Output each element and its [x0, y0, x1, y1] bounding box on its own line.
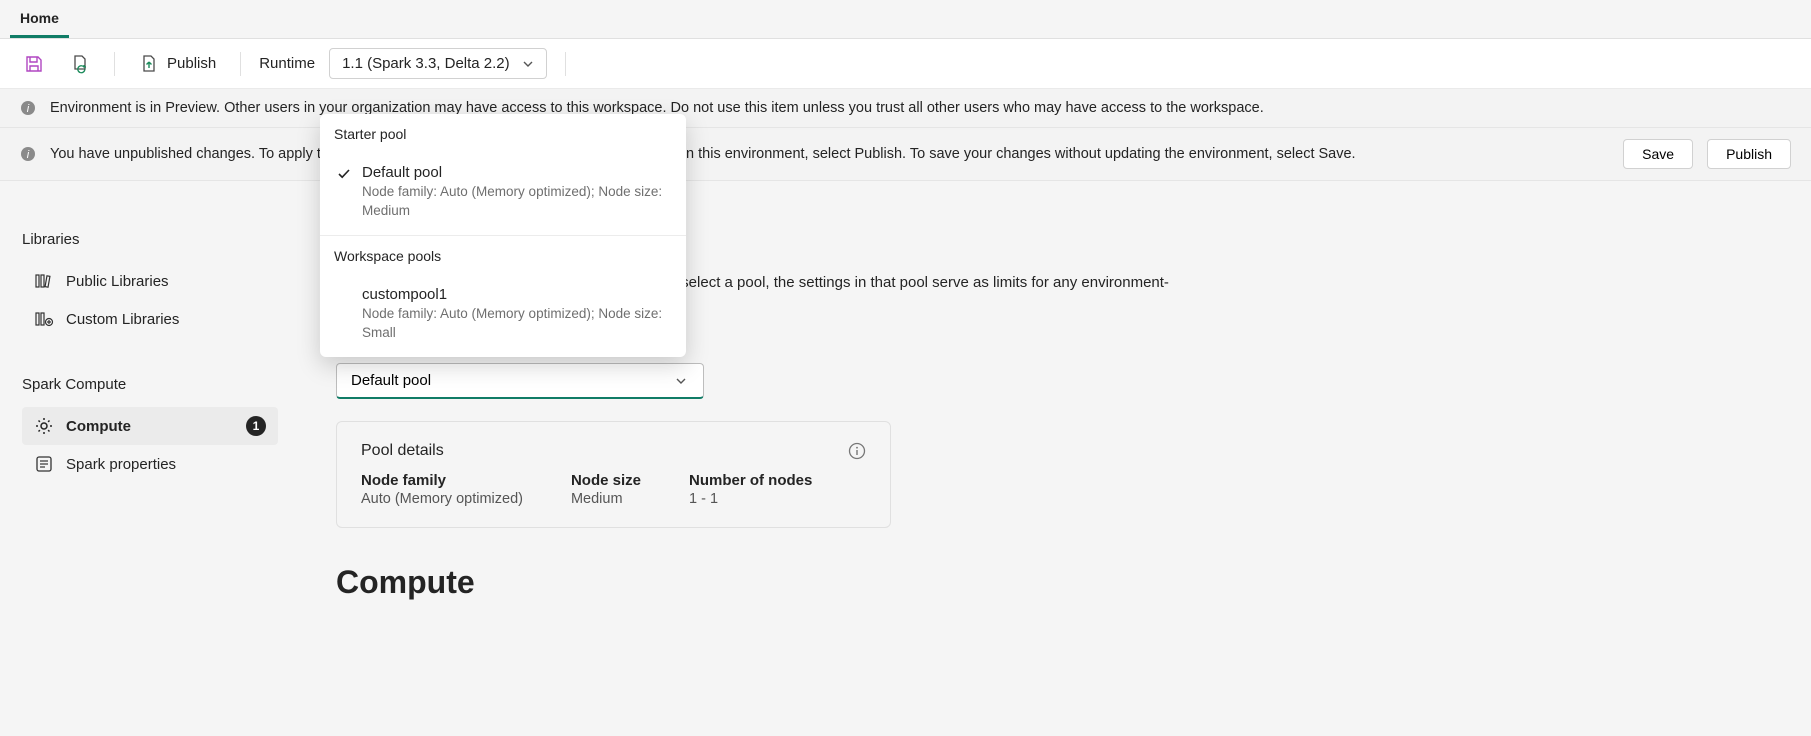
public-libraries-icon — [34, 271, 54, 291]
refresh-icon-button[interactable] — [64, 50, 96, 78]
node-size-label: Node size — [571, 472, 641, 489]
separator — [565, 52, 566, 76]
ribbon-tabs: Home — [0, 0, 1811, 39]
gear-icon — [34, 416, 54, 436]
num-nodes-label: Number of nodes — [689, 472, 812, 489]
sidebar-item-spark-properties[interactable]: Spark properties — [22, 445, 278, 483]
sidebar-item-custom-libraries[interactable]: Custom Libraries — [22, 300, 278, 338]
node-family-label: Node family — [361, 472, 523, 489]
dropdown-option-title: custompool1 — [362, 286, 672, 303]
separator — [240, 52, 241, 76]
content-area: Libraries Public Libraries Custom Librar… — [0, 181, 1811, 621]
checkmark-placeholder — [334, 286, 354, 343]
publish-button[interactable]: Publish — [133, 50, 222, 78]
dropdown-option-body: custompool1 Node family: Auto (Memory op… — [362, 286, 672, 343]
pool-detail-node-size: Node size Medium — [571, 472, 641, 507]
publish-icon — [139, 54, 159, 74]
sidebar-section-libraries: Libraries — [22, 231, 278, 248]
save-icon-button[interactable] — [18, 50, 50, 78]
sidebar-item-compute[interactable]: Compute 1 — [22, 407, 278, 445]
runtime-dropdown-value: 1.1 (Spark 3.3, Delta 2.2) — [342, 55, 510, 72]
sidebar-section-spark-compute: Spark Compute — [22, 376, 278, 393]
checkmark-icon — [334, 164, 354, 221]
info-icon: i — [20, 146, 36, 162]
compute-badge: 1 — [246, 416, 266, 436]
sidebar-item-label: Compute — [66, 418, 131, 435]
runtime-dropdown[interactable]: 1.1 (Spark 3.3, Delta 2.2) — [329, 48, 547, 79]
floppy-icon — [24, 54, 44, 74]
properties-icon — [34, 454, 54, 474]
publish-banner-button[interactable]: Publish — [1707, 139, 1791, 169]
compute-section-heading: Compute — [336, 564, 1775, 601]
num-nodes-value: 1 - 1 — [689, 491, 812, 507]
dropdown-group-starter-pool: Starter pool — [320, 114, 686, 154]
unpublished-banner-text: You have unpublished changes. To apply t… — [50, 146, 1356, 162]
pool-dropdown-menu: Starter pool Default pool Node family: A… — [320, 114, 686, 357]
toolbar: Publish Runtime 1.1 (Spark 3.3, Delta 2.… — [0, 39, 1811, 89]
pool-details-card: Pool details Node family Auto (Memory op… — [336, 421, 891, 528]
tab-home[interactable]: Home — [10, 4, 69, 38]
sidebar-item-label: Spark properties — [66, 456, 176, 473]
node-size-value: Medium — [571, 491, 641, 507]
pool-details-title-row: Pool details — [361, 442, 866, 460]
pool-dropdown-input[interactable] — [336, 363, 704, 399]
document-refresh-icon — [70, 54, 90, 74]
preview-banner: i Environment is in Preview. Other users… — [0, 89, 1811, 128]
dropdown-option-custompool1[interactable]: custompool1 Node family: Auto (Memory op… — [320, 276, 686, 357]
pool-details-title: Pool details — [361, 442, 444, 460]
chevron-down-icon — [522, 58, 534, 70]
dropdown-option-subtitle: Node family: Auto (Memory optimized); No… — [362, 305, 672, 343]
dropdown-option-subtitle: Node family: Auto (Memory optimized); No… — [362, 183, 672, 221]
pool-dropdown-wrapper: Starter pool Default pool Node family: A… — [336, 363, 1775, 399]
main-panel: uration Spark job definitions in this en… — [300, 181, 1811, 621]
pool-detail-num-nodes: Number of nodes 1 - 1 — [689, 472, 812, 507]
sidebar-item-label: Custom Libraries — [66, 311, 179, 328]
save-button[interactable]: Save — [1623, 139, 1693, 169]
info-icon: i — [20, 100, 36, 116]
dropdown-option-body: Default pool Node family: Auto (Memory o… — [362, 164, 672, 221]
sidebar: Libraries Public Libraries Custom Librar… — [0, 181, 300, 621]
sidebar-item-label: Public Libraries — [66, 273, 169, 290]
dropdown-group-workspace-pools: Workspace pools — [320, 236, 686, 276]
dropdown-option-default-pool[interactable]: Default pool Node family: Auto (Memory o… — [320, 154, 686, 236]
dropdown-option-title: Default pool — [362, 164, 672, 181]
separator — [114, 52, 115, 76]
pool-details-row: Node family Auto (Memory optimized) Node… — [361, 472, 866, 507]
sidebar-item-public-libraries[interactable]: Public Libraries — [22, 262, 278, 300]
unpublished-banner: i You have unpublished changes. To apply… — [0, 128, 1811, 181]
node-family-value: Auto (Memory optimized) — [361, 491, 523, 507]
runtime-label: Runtime — [259, 55, 315, 72]
publish-button-label: Publish — [167, 55, 216, 72]
pool-detail-node-family: Node family Auto (Memory optimized) — [361, 472, 523, 507]
info-icon[interactable] — [848, 442, 866, 460]
custom-libraries-icon — [34, 309, 54, 329]
